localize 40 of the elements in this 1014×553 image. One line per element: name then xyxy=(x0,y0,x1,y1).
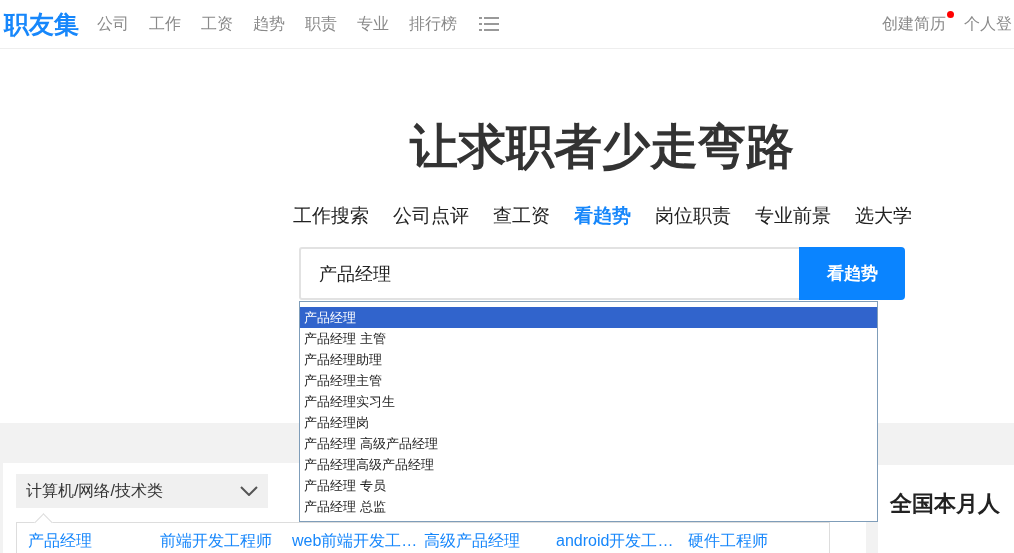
search-button[interactable]: 看趋势 xyxy=(799,247,905,300)
search-tab[interactable]: 工作搜索 xyxy=(292,203,369,229)
suggestion-item[interactable]: 产品经理 专员 xyxy=(300,475,877,496)
search-tab[interactable]: 选大学 xyxy=(854,203,912,229)
nav-link[interactable]: 公司 xyxy=(97,13,129,35)
job-link[interactable]: 高级产品经理 xyxy=(424,531,556,553)
suggestion-item[interactable]: 产品经理 高级产品经理 xyxy=(300,433,877,454)
suggestion-item[interactable]: 产品经理实习生 xyxy=(300,391,877,412)
job-link[interactable]: web前端开发工… xyxy=(292,531,424,553)
nav-link[interactable]: 排行榜 xyxy=(409,13,457,35)
search-tab[interactable]: 查工资 xyxy=(492,203,550,229)
menu-icon[interactable] xyxy=(479,16,499,32)
chevron-down-icon xyxy=(240,486,258,496)
nav-link[interactable]: 职责 xyxy=(305,13,337,35)
suggestion-item[interactable]: 产品经理 xyxy=(300,307,877,328)
search-tab[interactable]: 专业前景 xyxy=(754,203,831,229)
job-link[interactable]: 硬件工程师 xyxy=(688,531,820,553)
category-select[interactable]: 计算机/网络/技术类 xyxy=(16,474,268,508)
suggestion-item[interactable]: 产品经理 总监 xyxy=(300,496,877,517)
suggestion-item[interactable]: 产品经理高级产品经理 xyxy=(300,454,877,475)
hero-title: 让求职者少走弯路 xyxy=(408,119,794,175)
nav-link[interactable]: 工资 xyxy=(201,13,233,35)
suggestion-item[interactable]: 产品经理 主管 xyxy=(300,328,877,349)
suggestion-item[interactable]: 产品经理助理 xyxy=(300,349,877,370)
header-link[interactable]: 创建简历 xyxy=(882,14,946,32)
site-logo[interactable]: 职友集 xyxy=(4,7,79,41)
job-link[interactable]: android开发工… xyxy=(556,531,688,553)
panel-title: 全国本月人 xyxy=(890,490,1001,518)
nav-link[interactable]: 趋势 xyxy=(253,13,285,35)
search-tab[interactable]: 看趋势 xyxy=(573,203,631,229)
search-tab[interactable]: 岗位职责 xyxy=(654,203,731,229)
nav-link[interactable]: 工作 xyxy=(149,13,181,35)
job-link[interactable]: 产品经理 xyxy=(28,531,160,553)
header-link[interactable]: 个人登 xyxy=(964,14,1012,32)
suggestion-item[interactable]: 产品经理主管 xyxy=(300,370,877,391)
search-field[interactable]: 产品经理 xyxy=(299,247,799,300)
search-tab[interactable]: 公司点评 xyxy=(392,203,469,229)
nav-link[interactable]: 专业 xyxy=(357,13,389,35)
suggestion-item[interactable]: 产品经理岗 xyxy=(300,412,877,433)
job-link[interactable]: 前端开发工程师 xyxy=(160,531,292,553)
